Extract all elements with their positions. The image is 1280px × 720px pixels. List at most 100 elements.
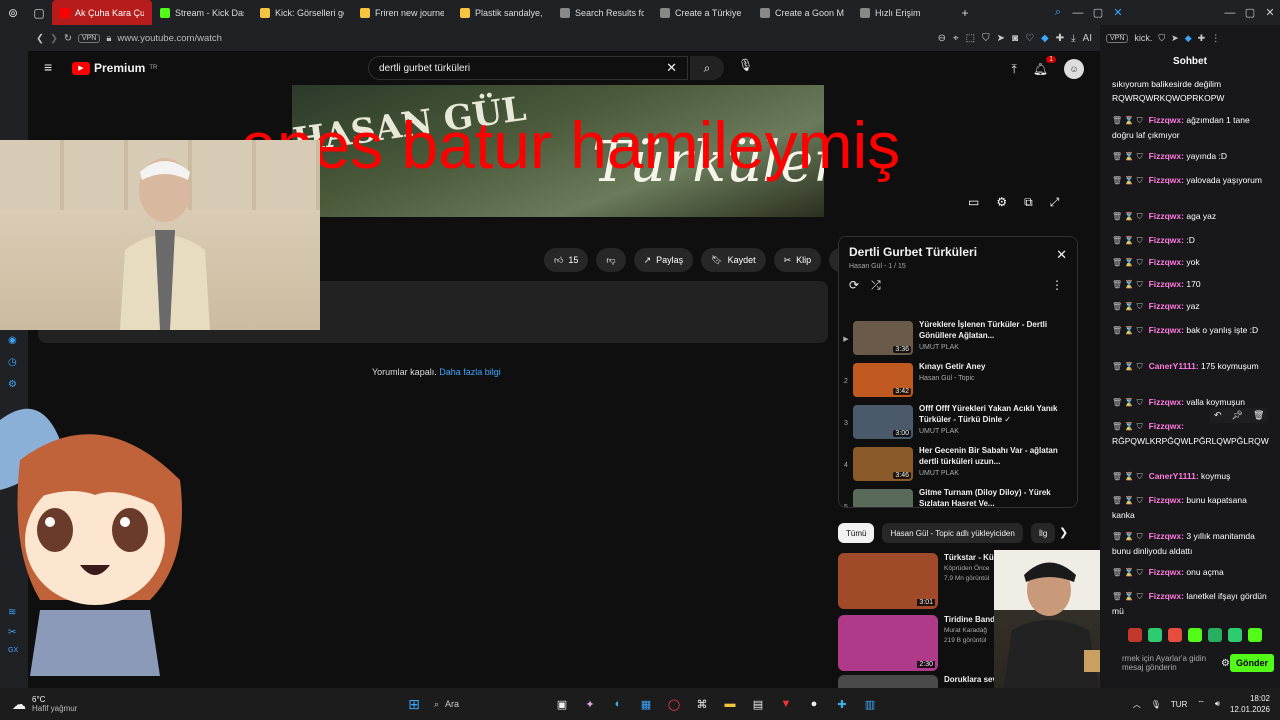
- edge-icon[interactable]: ◐: [607, 693, 629, 715]
- playlist-title[interactable]: Dertli Gurbet Türküleri: [849, 245, 1067, 259]
- clear-search-icon[interactable]: ✕: [666, 60, 677, 76]
- app-icon-3[interactable]: ▼: [775, 693, 797, 715]
- video-title[interactable]: Gitme Turnam (Diloy Diloy) - Yürek Sızla…: [919, 487, 1063, 507]
- delete-icon[interactable]: 🗑︎: [1253, 410, 1264, 421]
- chat-message[interactable]: 🗑︎ ⌛ ⛉ CanerY1111: koymuş: [1112, 469, 1268, 484]
- taskbar-search[interactable]: ⌕ Ara: [428, 693, 548, 715]
- chat-message[interactable]: 🗑︎ ⌛ ⛉ Fizzqwx: ağzımdan 1 tane doğru laf…: [1112, 113, 1268, 142]
- settings-icon[interactable]: ⚙: [8, 379, 17, 390]
- notifications-icon[interactable]: 🔔︎ 1: [1033, 56, 1056, 76]
- search-button[interactable]: ⌕: [690, 56, 724, 80]
- chat-message[interactable]: 🗑︎ ⌛ ⛉ Fizzqwx: lanetkel ifşayı gördün mü: [1112, 589, 1268, 618]
- store-icon[interactable]: ▦: [635, 693, 657, 715]
- share-button[interactable]: ↗ Paylaş: [633, 248, 694, 272]
- chat-username[interactable]: Fizzqwx:: [1149, 235, 1184, 245]
- chat-url[interactable]: kick.: [1134, 33, 1152, 43]
- emote-icon[interactable]: [1148, 628, 1162, 642]
- opera-icon[interactable]: ◯: [663, 693, 685, 715]
- browser-tab[interactable]: Hızlı Erişim: [852, 0, 952, 25]
- overflow-icon[interactable]: ⋮: [1211, 33, 1220, 44]
- app-icon-5[interactable]: ✚: [831, 693, 853, 715]
- chips-next-icon[interactable]: ❯: [1059, 526, 1068, 539]
- browser-menu-icon[interactable]: ⊚: [0, 0, 26, 25]
- chat-username[interactable]: Fizzqwx:: [1149, 567, 1184, 577]
- chat-message[interactable]: 🗑︎ ⌛ ⛉ Fizzqwx: bak o yanlış işte :D: [1112, 323, 1268, 338]
- puzzle-icon[interactable]: ✚: [1198, 33, 1206, 44]
- sidebar-toggle-icon[interactable]: ▢: [26, 0, 52, 25]
- maximize-icon[interactable]: ▢: [1088, 0, 1108, 25]
- reply-icon[interactable]: ↶: [1214, 410, 1222, 421]
- chat-username[interactable]: CanerY1111:: [1149, 471, 1199, 481]
- mic-icon[interactable]: 🎙︎: [738, 58, 753, 72]
- chat-message[interactable]: 🗑︎ ⌛ ⛉ Fizzqwx: bunu kapatsana kanka: [1112, 493, 1268, 522]
- filter-chip[interactable]: Tümü: [838, 523, 875, 543]
- chat-message[interactable]: 🗑︎ ⌛ ⛉ Fizzqwx: yok: [1112, 255, 1268, 270]
- extension-icon[interactable]: ◆: [1041, 33, 1049, 44]
- heart-icon[interactable]: ♡: [1025, 33, 1034, 44]
- youtube-logo[interactable]: ▶ Premium TR: [72, 61, 157, 75]
- playlist-item[interactable]: 3 3:00 Offf Offf Yürekleri Yakan Acıklı Ya…: [839, 403, 1071, 443]
- tray-chevron-icon[interactable]: ︿: [1133, 699, 1141, 710]
- chat-username[interactable]: Fizzqwx:: [1149, 325, 1184, 335]
- save-button[interactable]: 🔖︎ Kaydet: [701, 248, 766, 272]
- filter-chip[interactable]: Hasan Gül - Topic adlı yükleyiciden: [882, 523, 1023, 543]
- ai-icon[interactable]: AI: [1083, 33, 1092, 44]
- video-title[interactable]: Offf Offf Yürekleri Yakan Acıklı Yanık T…: [919, 403, 1063, 425]
- subtitles-icon[interactable]: ▭: [968, 195, 979, 210]
- video-title[interactable]: Türkstar - Kü: [944, 553, 994, 562]
- zoom-icon[interactable]: ⊖: [938, 33, 946, 44]
- chat-input[interactable]: rmek için Ayarlar'a gidin mesaj gönderin…: [1108, 650, 1274, 676]
- avatar[interactable]: ☺: [1064, 59, 1084, 79]
- learn-more-link[interactable]: Daha fazla bilgi: [439, 367, 501, 377]
- playlist-menu-icon[interactable]: ⋮: [1051, 278, 1063, 293]
- start-icon[interactable]: ⊞: [403, 693, 425, 715]
- video-thumbnail[interactable]: 3:01: [838, 553, 938, 609]
- playlist-item[interactable]: 4 3:46 Her Gecenin Bir Sabahı Var - ağlata…: [839, 445, 1071, 485]
- pin-message-icon[interactable]: 📌︎: [1232, 410, 1243, 421]
- weather-widget[interactable]: ☁ 6°C Hafif yağmur: [12, 695, 122, 713]
- video-thumbnail[interactable]: 3:36: [853, 321, 913, 355]
- video-thumbnail[interactable]: 3:53: [853, 489, 913, 507]
- send-icon[interactable]: ➤: [997, 33, 1005, 44]
- video-title[interactable]: Doruklara sev: [944, 675, 997, 684]
- forward-icon[interactable]: ❯: [50, 33, 58, 44]
- filter-chip[interactable]: İlg: [1030, 523, 1056, 543]
- chat-message[interactable]: 🗑︎ ⌛ ⛉ CanerY1111: 175 koymuşum: [1112, 359, 1268, 374]
- copilot-icon[interactable]: ✦: [579, 693, 601, 715]
- new-tab-icon[interactable]: +: [952, 0, 978, 25]
- chat-username[interactable]: Fizzqwx:: [1149, 175, 1184, 185]
- chat-message[interactable]: 🗑︎ ⌛ ⛉ Fizzqwx: :D: [1112, 233, 1268, 248]
- channel-name[interactable]: Hasan Gül - Topic: [919, 375, 1063, 382]
- shuffle-icon[interactable]: ⤮: [871, 278, 881, 293]
- browser-tab[interactable]: Stream - Kick Dash: [152, 0, 252, 25]
- app-icon[interactable]: ⌘: [691, 693, 713, 715]
- browser-tab[interactable]: Kick: Görselleri gö: [252, 0, 352, 25]
- video-title[interactable]: Tiridine Band: [944, 615, 995, 624]
- mic-icon[interactable]: 🎙︎: [1151, 700, 1161, 709]
- clock[interactable]: 18:02 12.01.2026: [1230, 693, 1270, 715]
- browser-tab[interactable]: Search Results for: [552, 0, 652, 25]
- search-input[interactable]: dertli gurbet türküleri ✕: [368, 56, 688, 80]
- channel-name[interactable]: UMUT PLAK: [919, 344, 1063, 351]
- chat-message[interactable]: 🗑︎ ⌛ ⛉ Fizzqwx: aga yaz: [1112, 209, 1268, 224]
- reload-icon[interactable]: ↻: [64, 33, 72, 44]
- search-tabs-icon[interactable]: ⌕: [1048, 0, 1068, 25]
- channel-name[interactable]: Köprüden Önce: [944, 565, 994, 572]
- hamburger-menu-icon[interactable]: ≡: [44, 59, 52, 75]
- chat-username[interactable]: CanerY1111:: [1149, 361, 1199, 371]
- history-icon[interactable]: ◷: [8, 357, 17, 368]
- channel-name[interactable]: UMUT PLAK: [919, 470, 1063, 477]
- emote-icon[interactable]: [1188, 628, 1202, 642]
- send-button[interactable]: Gönder: [1229, 654, 1274, 672]
- playlist-item[interactable]: ▶ 3:36 Yüreklere İşlenen Türküler - Dertli…: [839, 319, 1071, 359]
- playlist-item[interactable]: 2 3:42 Kınayı Getir Aney Hasan Gül - Topic: [839, 361, 1071, 401]
- settings-icon[interactable]: ⚙: [996, 195, 1007, 210]
- video-title[interactable]: Her Gecenin Bir Sabahı Var - ağlatan der…: [919, 445, 1063, 467]
- shield-icon[interactable]: ⛉: [1158, 33, 1165, 44]
- pin-icon[interactable]: ⌖: [953, 33, 959, 44]
- settings-icon[interactable]: ⚙: [1221, 658, 1230, 669]
- sidebar-app-icon[interactable]: ◉: [8, 335, 17, 346]
- emote-icon[interactable]: [1228, 628, 1242, 642]
- channel-name[interactable]: UMUT PLAK: [919, 428, 1063, 435]
- clip-button[interactable]: ✂ Klip: [773, 248, 822, 272]
